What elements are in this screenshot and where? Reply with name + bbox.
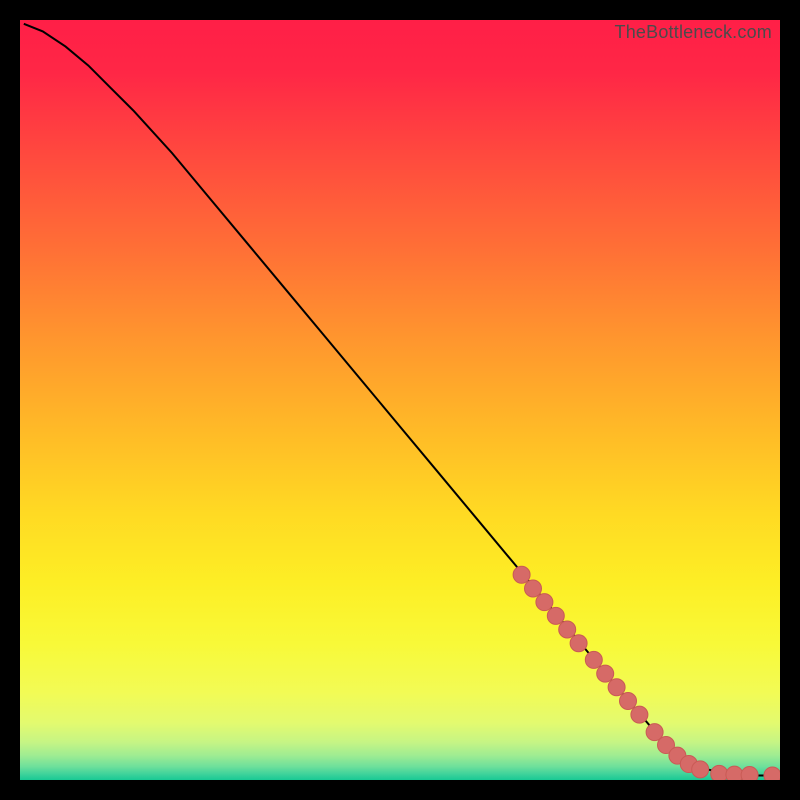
marker-point bbox=[692, 761, 709, 778]
marker-point bbox=[536, 594, 553, 611]
marker-point bbox=[570, 635, 587, 652]
marker-point bbox=[711, 765, 728, 780]
gradient-background bbox=[20, 20, 780, 780]
chart-frame: TheBottleneck.com bbox=[20, 20, 780, 780]
watermark-text: TheBottleneck.com bbox=[615, 22, 772, 43]
marker-point bbox=[631, 706, 648, 723]
marker-point bbox=[764, 767, 780, 780]
marker-point bbox=[559, 621, 576, 638]
marker-point bbox=[547, 607, 564, 624]
marker-point bbox=[608, 679, 625, 696]
marker-point bbox=[513, 566, 530, 583]
marker-point bbox=[525, 580, 542, 597]
marker-point bbox=[741, 767, 758, 780]
chart-canvas bbox=[20, 20, 780, 780]
marker-point bbox=[726, 766, 743, 780]
marker-point bbox=[585, 651, 602, 668]
marker-point bbox=[620, 692, 637, 709]
marker-point bbox=[597, 665, 614, 682]
